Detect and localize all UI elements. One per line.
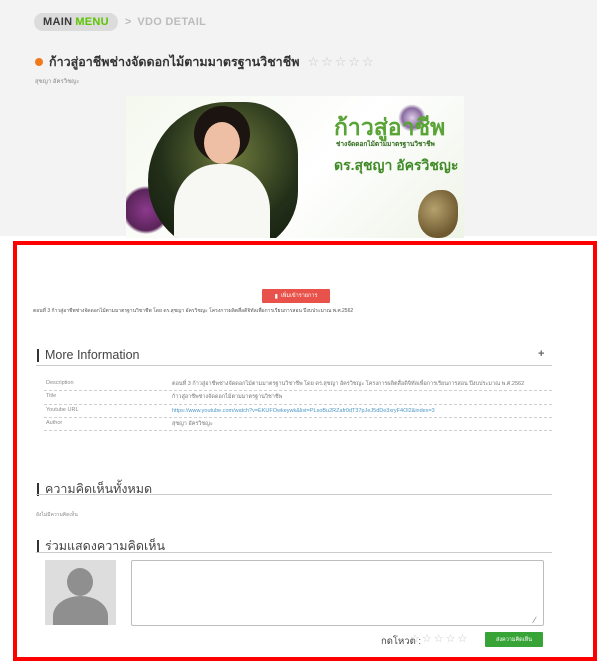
leaf-decoration bbox=[418, 190, 458, 238]
info-key: Author bbox=[46, 419, 63, 426]
info-key: Description bbox=[46, 380, 74, 386]
breadcrumb-menu-label: MENU bbox=[75, 16, 109, 28]
table-row: Youtube URL https://www.youtube.com/watc… bbox=[44, 405, 552, 418]
heading-bar bbox=[37, 348, 39, 362]
info-key: Title bbox=[46, 393, 57, 400]
bookmark-label: เพิ่มเข้ารายการ bbox=[280, 293, 318, 299]
breadcrumb-main-menu[interactable]: MAIN MENU bbox=[34, 13, 118, 31]
youtube-url-link[interactable]: https://www.youtube.com/watch?v=EKUFOwke… bbox=[172, 405, 552, 417]
bookmark-icon: ▮ bbox=[274, 293, 278, 300]
episode-description: ตอนที่ 3 ก้าวสู่อาชีพช่างจัดดอกไม้ตามมาต… bbox=[33, 308, 354, 314]
banner-subtitle: ช่างจัดดอกไม้ตามมาตรฐานวิชาชีพ bbox=[336, 141, 435, 148]
avatar-body-icon bbox=[53, 596, 108, 625]
video-thumbnail[interactable]: ก้าวสู่อาชีพ ช่างจัดดอกไม้ตามมาตรฐานวิชา… bbox=[126, 96, 464, 238]
info-key: Youtube URL bbox=[46, 406, 79, 413]
video-title: ก้าวสู่อาชีพช่างจัดดอกไม้ตามมาตรฐานวิชาช… bbox=[49, 55, 300, 69]
more-info-divider bbox=[36, 365, 552, 366]
avatar-head-icon bbox=[67, 568, 93, 596]
expand-plus-icon[interactable]: + bbox=[538, 348, 544, 360]
breadcrumb-main-label: MAIN bbox=[43, 16, 73, 28]
comment-form-title: ร่วมแสดงความคิดเห็น bbox=[45, 539, 166, 553]
more-info-heading: More Information bbox=[37, 347, 139, 363]
table-row: Description ตอนที่ 3 ก้าวสู่อาชีพช่างจัด… bbox=[44, 378, 552, 392]
video-header-area: MAIN MENU > VDO DETAIL ก้าวสู่อาชีพช่างจ… bbox=[0, 0, 597, 238]
bullet-dot-icon bbox=[35, 58, 43, 66]
more-info-title: More Information bbox=[45, 348, 140, 362]
rating-stars[interactable]: ☆☆☆☆☆ bbox=[410, 632, 469, 645]
comment-textarea[interactable] bbox=[131, 560, 544, 626]
info-value: ก้าวสู่อาชีพช่างจัดดอกไม้ตามมาตรฐานวิชาช… bbox=[172, 394, 283, 401]
breadcrumb-current: VDO DETAIL bbox=[137, 16, 207, 28]
bookmark-button[interactable]: ▮ เพิ่มเข้ารายการ bbox=[262, 289, 330, 303]
comments-divider bbox=[36, 494, 552, 495]
resize-handle-icon[interactable]: ∕ bbox=[534, 615, 536, 625]
info-value: สุชญา อัครวิชญะ bbox=[172, 420, 213, 427]
comments-title: ความคิดเห็นทั้งหมด bbox=[45, 482, 153, 496]
table-row: Title ก้าวสู่อาชีพช่างจัดดอกไม้ตามมาตรฐา… bbox=[44, 391, 552, 405]
breadcrumb: MAIN MENU > VDO DETAIL bbox=[34, 12, 206, 32]
table-row: Author สุชญา อัครวิชญะ bbox=[44, 418, 552, 431]
video-author: สุชญา อัครวิชญะ bbox=[35, 79, 80, 85]
banner-presenter-name: ดร.สุชญา อัครวิชญะ bbox=[334, 157, 459, 173]
comment-form-divider bbox=[36, 552, 552, 553]
presenter-photo bbox=[148, 102, 298, 238]
heading-bar bbox=[37, 539, 39, 553]
no-comments-text: ยังไม่มีความคิดเห็น bbox=[36, 512, 78, 518]
avatar bbox=[45, 560, 116, 625]
video-title-row: ก้าวสู่อาชีพช่างจัดดอกไม้ตามมาตรฐานวิชาช… bbox=[35, 52, 376, 72]
submit-comment-button[interactable]: ส่งความคิดเห็น bbox=[485, 632, 543, 647]
info-value: ตอนที่ 3 ก้าวสู่อาชีพช่างจัดดอกไม้ตามมาต… bbox=[172, 381, 525, 387]
video-rating-stars: ☆☆☆☆☆ bbox=[307, 54, 376, 69]
breadcrumb-separator: > bbox=[124, 16, 132, 28]
more-info-table: Description ตอนที่ 3 ก้าวสู่อาชีพช่างจัด… bbox=[44, 378, 552, 431]
